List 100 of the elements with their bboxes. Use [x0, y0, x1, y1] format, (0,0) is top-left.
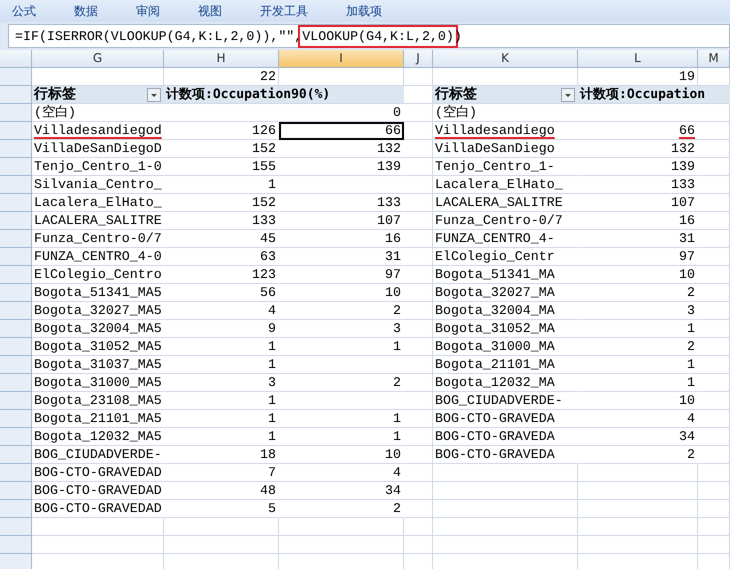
empty-cell: [404, 410, 433, 428]
table-cell: 1: [279, 410, 404, 428]
table-cell: 31: [279, 248, 404, 266]
row-header[interactable]: [0, 212, 32, 230]
row-label-cell: Bogota_21101_MA: [433, 356, 578, 374]
empty-cell: [404, 302, 433, 320]
row-header[interactable]: [0, 122, 32, 140]
empty-cell: [404, 212, 433, 230]
ribbon-tab[interactable]: 加载项: [334, 2, 396, 20]
empty-cell: [404, 536, 433, 554]
row-label-cell: BOG-CTO-GRAVEDA: [433, 446, 578, 464]
empty-cell: [404, 338, 433, 356]
empty-cell: [698, 212, 730, 230]
row-header[interactable]: [0, 500, 32, 518]
row-label-cell: Bogota_31000_MA5: [32, 374, 164, 392]
filter-dropdown-icon[interactable]: [147, 88, 161, 102]
empty-cell: [404, 446, 433, 464]
empty-cell: [404, 392, 433, 410]
row-label-cell: Bogota_31000_MA: [433, 338, 578, 356]
row-label-cell: Tenjo_Centro_1-: [433, 158, 578, 176]
table-cell: 2: [578, 338, 698, 356]
table-cell: 1: [578, 356, 698, 374]
ribbon-tab[interactable]: 视图: [186, 2, 236, 20]
active-cell[interactable]: 66: [279, 122, 404, 140]
table-cell: 97: [279, 266, 404, 284]
table-cell: 1: [164, 410, 279, 428]
row-header[interactable]: [0, 482, 32, 500]
table-cell: 16: [279, 230, 404, 248]
row-header[interactable]: [0, 410, 32, 428]
row-header[interactable]: [0, 104, 32, 122]
ribbon-tab[interactable]: 开发工具: [248, 2, 322, 20]
table-cell: 34: [279, 482, 404, 500]
row-label-cell: Bogota_51341_MA: [433, 266, 578, 284]
empty-cell: [698, 338, 730, 356]
table-cell: 107: [279, 212, 404, 230]
table-cell: 2: [279, 302, 404, 320]
select-all-corner[interactable]: [0, 50, 32, 68]
empty-cell: [404, 122, 433, 140]
row-header[interactable]: [0, 446, 32, 464]
row-label-cell: BOG-CTO-GRAVEDA: [433, 428, 578, 446]
empty-cell: [404, 194, 433, 212]
row-header[interactable]: [0, 176, 32, 194]
row-header[interactable]: [0, 230, 32, 248]
row-header[interactable]: [0, 68, 32, 86]
table-cell: 139: [578, 158, 698, 176]
row-header[interactable]: [0, 536, 32, 554]
row-label-cell: Lacalera_ElHato_: [32, 194, 164, 212]
row-label-cell: (空白): [433, 104, 578, 122]
row-header[interactable]: [0, 140, 32, 158]
empty-cell: [698, 140, 730, 158]
row-label-cell: FUNZA_CENTRO_4-0: [32, 248, 164, 266]
column-header[interactable]: M: [698, 50, 730, 68]
empty-cell: [404, 500, 433, 518]
column-header[interactable]: G: [32, 50, 164, 68]
column-header[interactable]: L: [578, 50, 698, 68]
formula-text: =IF(ISERROR(VLOOKUP(G4,K:L,2,0)),"",: [15, 28, 302, 44]
row-header[interactable]: [0, 86, 32, 104]
row-label-cell: Bogota_32004_MA: [433, 302, 578, 320]
row-header[interactable]: [0, 266, 32, 284]
row-header[interactable]: [0, 338, 32, 356]
table-cell: 2: [279, 500, 404, 518]
table-cell: 16: [578, 212, 698, 230]
filter-dropdown-icon[interactable]: [561, 88, 575, 102]
row-header[interactable]: [0, 554, 32, 569]
row-label-cell: Bogota_21101_MA5: [32, 410, 164, 428]
empty-cell: [404, 518, 433, 536]
row-label-cell: LACALERA_SALITRE: [32, 212, 164, 230]
row-header[interactable]: [0, 374, 32, 392]
table-cell: 132: [279, 140, 404, 158]
row-header[interactable]: [0, 518, 32, 536]
empty-cell: [698, 374, 730, 392]
row-header[interactable]: [0, 356, 32, 374]
row-header[interactable]: [0, 464, 32, 482]
pivot-value-header: 计数项:Occupation90(%): [164, 86, 404, 104]
table-cell: 10: [578, 392, 698, 410]
ribbon-tab[interactable]: 公式: [0, 2, 50, 20]
empty-cell: [698, 284, 730, 302]
row-header[interactable]: [0, 320, 32, 338]
row-header[interactable]: [0, 194, 32, 212]
row-header[interactable]: [0, 302, 32, 320]
column-header[interactable]: K: [433, 50, 578, 68]
row-header[interactable]: [0, 248, 32, 266]
formula-bar[interactable]: =IF(ISERROR(VLOOKUP(G4,K:L,2,0)),"",VLOOKUP(G4,K:L,2,0)): [8, 24, 730, 48]
table-cell: 18: [164, 446, 279, 464]
ribbon-tab[interactable]: 数据: [62, 2, 112, 20]
table-cell: 133: [164, 212, 279, 230]
row-header[interactable]: [0, 392, 32, 410]
column-header[interactable]: I: [279, 50, 404, 68]
empty-cell: [698, 410, 730, 428]
row-header[interactable]: [0, 428, 32, 446]
empty-cell: [404, 482, 433, 500]
table-cell: 1: [164, 392, 279, 410]
column-header[interactable]: J: [404, 50, 433, 68]
column-header[interactable]: H: [164, 50, 279, 68]
table-cell: 45: [164, 230, 279, 248]
empty-cell: [698, 356, 730, 374]
row-header[interactable]: [0, 284, 32, 302]
table-cell: 0: [279, 104, 404, 122]
ribbon-tab[interactable]: 审阅: [124, 2, 174, 20]
row-header[interactable]: [0, 158, 32, 176]
